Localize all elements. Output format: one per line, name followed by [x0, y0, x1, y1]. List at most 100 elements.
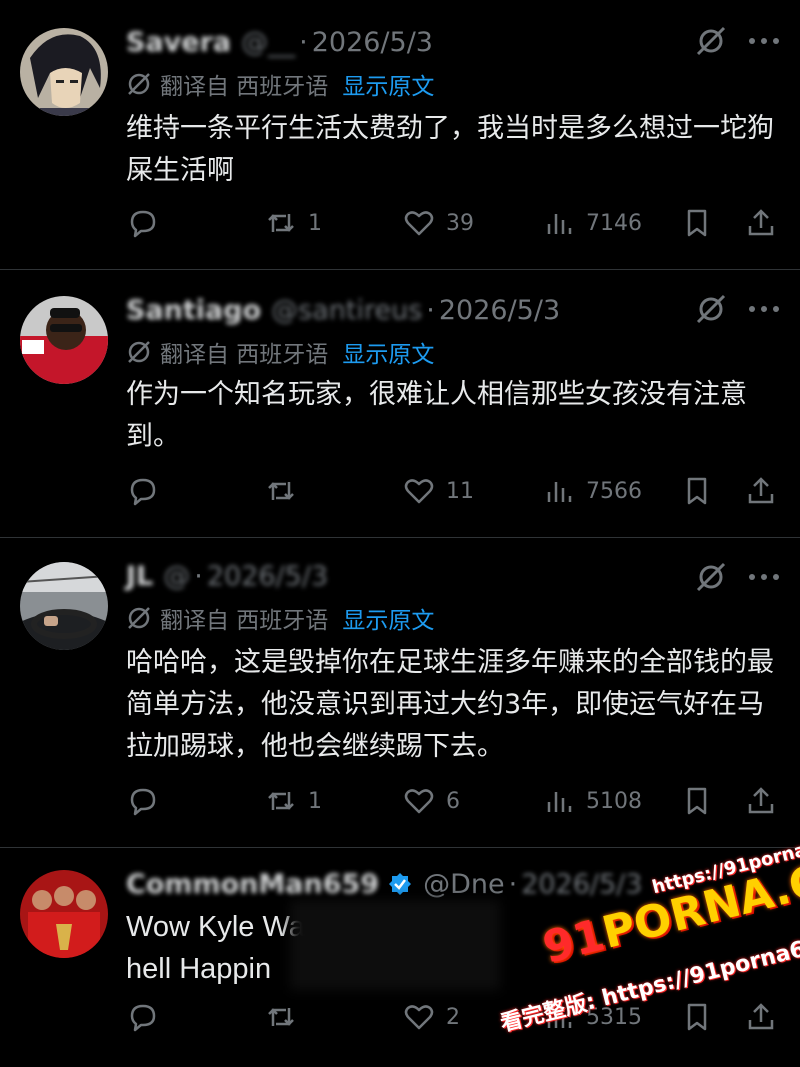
user-handle[interactable]: @__ [241, 27, 295, 58]
retweet-icon [268, 214, 294, 232]
views-icon [547, 214, 572, 234]
retweet-count: 1 [308, 210, 322, 236]
retweet-button[interactable] [264, 474, 308, 508]
like-button[interactable]: 11 [402, 474, 474, 508]
translate-icon [128, 73, 150, 95]
views-button[interactable]: 7566 [542, 474, 642, 508]
avatar[interactable] [20, 870, 108, 958]
show-original-link[interactable]: 显示原文 [342, 335, 434, 369]
display-name[interactable]: CommonMan659 [126, 869, 379, 900]
view-count: 5108 [586, 788, 642, 814]
tweet-1[interactable]: Savera @__ · 2026/5/3 翻译自 西班牙语 显示原文 维持一条… [0, 0, 800, 270]
reply-button[interactable] [126, 474, 170, 508]
tweet-actions: 1 6 5108 [0, 784, 800, 824]
share-icon [748, 209, 774, 236]
retweet-icon [268, 482, 294, 500]
retweet-button[interactable] [264, 1000, 308, 1034]
show-original-link[interactable]: 显示原文 [342, 601, 434, 635]
bookmark-icon [687, 209, 707, 237]
share-button[interactable] [744, 1000, 778, 1034]
bookmark-icon [687, 787, 707, 815]
translation-bar: 翻译自 西班牙语 显示原文 [126, 66, 434, 102]
reply-icon [130, 210, 156, 238]
verified-badge-icon [389, 873, 412, 895]
views-button[interactable]: 5108 [542, 784, 642, 818]
retweet-icon [268, 1008, 294, 1026]
reply-button[interactable] [126, 1000, 170, 1034]
tweet-2[interactable]: Santiago @santireus · 2026/5/3 翻译自 西班牙语 … [0, 270, 800, 538]
show-original-link[interactable]: 显示原文 [342, 67, 434, 101]
tweet-text: 哈哈哈，这是毁掉你在足球生涯多年赚来的全部钱的最简单方法，他没意识到再过大约3年… [126, 647, 774, 762]
more-options-icon[interactable] [744, 560, 784, 594]
avatar[interactable] [20, 562, 108, 650]
tweet-date[interactable]: 2026/5/3 [439, 295, 560, 326]
reply-icon [130, 478, 156, 506]
tweet-date[interactable]: 2026/5/3 [207, 561, 328, 592]
grok-icon[interactable] [694, 560, 728, 594]
reply-icon [130, 788, 156, 816]
tweet-text: 作为一个知名玩家，很难让人相信那些女孩没有注意到。 [126, 379, 747, 452]
bookmark-button[interactable] [680, 784, 714, 818]
retweet-button[interactable]: 1 [264, 206, 322, 240]
like-count: 11 [446, 478, 474, 504]
retweet-button[interactable]: 1 [264, 784, 322, 818]
share-icon [748, 477, 774, 504]
heart-icon [404, 479, 434, 504]
heart-icon [404, 211, 434, 236]
translation-bar: 翻译自 西班牙语 显示原文 [126, 600, 434, 636]
tweet-3[interactable]: JL @ · 2026/5/3 翻译自 西班牙语 显示原文 哈哈哈，这是毁掉你在… [0, 538, 800, 848]
translate-icon [128, 341, 150, 363]
share-button[interactable] [744, 474, 778, 508]
translated-from-label: 翻译自 西班牙语 [160, 74, 329, 100]
grok-icon[interactable] [694, 24, 728, 58]
separator-dot: · [299, 26, 308, 58]
retweet-count: 1 [308, 788, 322, 814]
user-handle[interactable]: @ [163, 561, 190, 592]
bookmark-button[interactable] [680, 206, 714, 240]
share-button[interactable] [744, 206, 778, 240]
tweet-date[interactable]: 2026/5/3 [312, 27, 433, 58]
separator-dot: · [426, 294, 435, 326]
heart-icon [404, 1005, 434, 1030]
share-icon [748, 1003, 774, 1030]
like-count: 2 [446, 1004, 460, 1030]
grok-icon[interactable] [694, 292, 728, 326]
more-options-icon[interactable] [744, 292, 784, 326]
separator-dot: · [194, 560, 203, 592]
bookmark-icon [687, 477, 707, 505]
like-button[interactable]: 6 [402, 784, 460, 818]
translation-bar: 翻译自 西班牙语 显示原文 [126, 334, 434, 370]
display-name[interactable]: JL [126, 561, 153, 592]
like-count: 39 [446, 210, 474, 236]
view-count: 7146 [586, 210, 642, 236]
display-name[interactable]: Santiago [126, 295, 261, 326]
more-options-icon[interactable] [744, 24, 784, 58]
tweet-header: Savera @__ · 2026/5/3 [126, 22, 433, 62]
reply-button[interactable] [126, 784, 170, 818]
like-button[interactable]: 39 [402, 206, 474, 240]
tweet-actions: 1 39 7146 [0, 206, 800, 246]
reply-button[interactable] [126, 206, 170, 240]
retweet-icon [268, 792, 294, 810]
tweet-header: JL @ · 2026/5/3 [126, 556, 328, 596]
share-icon [748, 787, 774, 814]
avatar[interactable] [20, 296, 108, 384]
bookmark-button[interactable] [680, 474, 714, 508]
views-button[interactable]: 7146 [542, 206, 642, 240]
user-handle[interactable]: @santireus [271, 295, 422, 326]
share-button[interactable] [744, 784, 778, 818]
tweet-header: Santiago @santireus · 2026/5/3 [126, 290, 560, 330]
heart-icon [404, 789, 434, 814]
views-icon [547, 482, 572, 502]
display-name[interactable]: Savera [126, 27, 231, 58]
like-count: 6 [446, 788, 460, 814]
like-button[interactable]: 2 [402, 1000, 460, 1034]
tweet-actions: 11 7566 [0, 474, 800, 514]
avatar[interactable] [20, 28, 108, 116]
reply-icon [130, 1004, 156, 1032]
redaction-mask [290, 900, 500, 990]
tweet-text: 维持一条平行生活太费劲了，我当时是多么想过一坨狗屎生活啊 [126, 113, 774, 186]
translated-from-label: 翻译自 西班牙语 [160, 342, 329, 368]
translated-from-label: 翻译自 西班牙语 [160, 608, 329, 634]
view-count: 7566 [586, 478, 642, 504]
